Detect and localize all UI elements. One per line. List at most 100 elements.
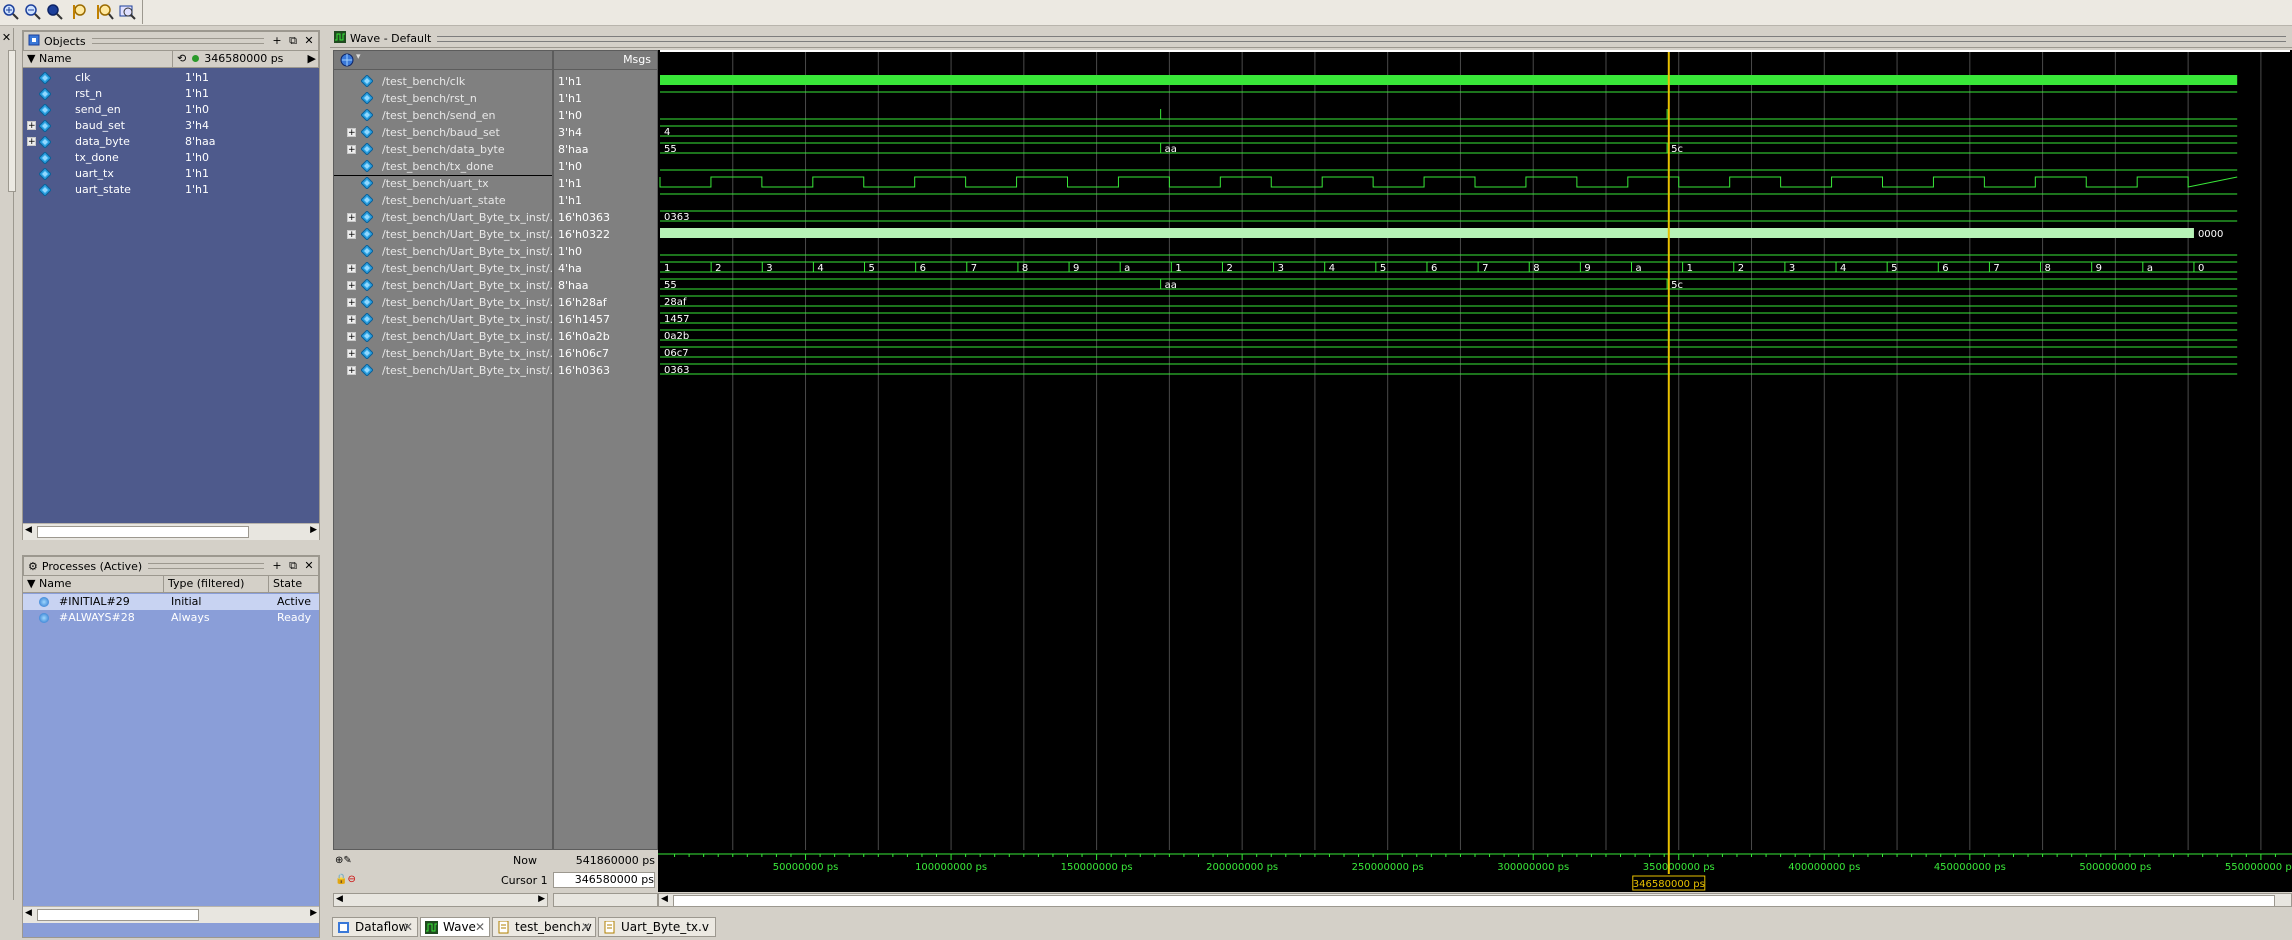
panel-drag-grip[interactable] [91, 38, 264, 44]
wave-signal-row[interactable]: + /test_bench/Uart_Byte_tx_inst/... [334, 345, 560, 362]
processes-hscrollbar[interactable]: ◀ ▶ [23, 906, 319, 923]
time-axis-area[interactable]: 50000000 ps 100000000 ps 150000000 ps 20000… [658, 850, 2292, 892]
expand-icon[interactable]: + [347, 298, 356, 308]
zoom-last-icon[interactable] [96, 3, 114, 21]
tab-uart-byte-tx-v[interactable]: Uart_Byte_tx.v [598, 917, 716, 937]
wave-signal-row[interactable]: + /test_bench/baud_set [334, 124, 552, 141]
lock-icon[interactable]: 🔒 [335, 874, 347, 885]
column-name[interactable]: ▼ Name [23, 51, 173, 67]
close-icon[interactable]: ✕ [302, 559, 316, 573]
scroll-left-icon[interactable]: ◀ [336, 894, 343, 904]
object-row[interactable]: uart_state 1'h1 [23, 182, 319, 198]
scroll-right-icon[interactable]: ▶ [310, 525, 317, 535]
column-name[interactable]: ▼ Name [23, 576, 164, 592]
object-row[interactable]: rst_n 1'h1 [23, 86, 319, 102]
expand-icon[interactable]: + [27, 121, 36, 131]
panel-drag-grip[interactable] [437, 35, 2286, 42]
expand-icon[interactable]: + [347, 145, 356, 155]
undock-icon[interactable]: ⧉ [286, 559, 300, 573]
wave-signal-row[interactable]: + /test_bench/Uart_Byte_tx_inst/... [334, 328, 560, 345]
wave-signal-row[interactable]: + /test_bench/Uart_Byte_tx_inst/... [334, 260, 560, 277]
wave-signal-row[interactable]: + /test_bench/Uart_Byte_tx_inst/... [334, 294, 560, 311]
delete-icon[interactable]: ⊖ [347, 874, 355, 885]
process-row[interactable]: #INITIAL#29 Initial Active [23, 594, 319, 610]
zoom-out-icon[interactable] [24, 3, 42, 21]
waveform-pane[interactable]: 4 55 aa 5c 0363 0000 1 2 3 4 5 6 7 8 9 a 1 2 3 4 5 6 7 8 9 a 1 2 3 4 5… [658, 50, 2292, 850]
close-icon[interactable]: ✕ [1, 32, 12, 43]
scroll-thumb[interactable] [37, 909, 199, 921]
expand-icon[interactable]: + [27, 137, 36, 147]
expand-icon[interactable]: + [347, 230, 356, 240]
vertical-scrollbar[interactable] [8, 50, 16, 192]
plus-icon[interactable]: + [270, 34, 284, 48]
expand-icon[interactable]: + [347, 213, 356, 223]
scroll-left-icon[interactable]: ◀ [661, 894, 668, 904]
names-hscrollbar[interactable]: ◀ ▶ [333, 893, 548, 907]
close-icon[interactable]: ✕ [302, 34, 316, 48]
wave-signal-row[interactable]: + /test_bench/Uart_Byte_tx_inst/... [334, 277, 560, 294]
wave-signal-row[interactable]: /test_bench/send_en [334, 107, 552, 124]
column-time[interactable]: ⟲ 346580000 ps ▶ [173, 51, 319, 67]
process-row[interactable]: #ALWAYS#28 Always Ready [23, 610, 319, 626]
expand-icon[interactable]: + [347, 264, 356, 274]
wave-signal-row[interactable]: + /test_bench/data_byte [334, 141, 552, 158]
object-row[interactable]: clk 1'h1 [23, 70, 319, 86]
undock-icon[interactable]: ⧉ [286, 34, 300, 48]
expand-icon[interactable]: + [347, 315, 356, 325]
expand-icon[interactable]: + [347, 349, 356, 359]
wave-signal-row[interactable]: /test_bench/uart_tx [334, 175, 552, 192]
wave-hscrollbar[interactable]: ◀ [658, 893, 2292, 907]
column-state[interactable]: State [269, 576, 319, 592]
scroll-thumb[interactable] [37, 526, 249, 538]
wave-tools-icons[interactable]: ⊕✎ [335, 853, 371, 867]
tab-wave[interactable]: Wave ✕ [420, 917, 490, 937]
scroll-right-icon[interactable]: ▶ [538, 894, 545, 904]
close-icon[interactable]: ✕ [581, 918, 591, 937]
tab-test-bench-v[interactable]: test_bench.v ✕ [492, 917, 596, 937]
scroll-right-icon[interactable]: ▶ [310, 908, 317, 918]
wave-signal-row[interactable]: + /test_bench/Uart_Byte_tx_inst/... [334, 311, 560, 328]
scroll-left-icon[interactable]: ◀ [25, 908, 32, 918]
object-row[interactable]: + data_byte 8'haa [23, 134, 319, 150]
wave-signal-row[interactable]: /test_bench/tx_done [334, 158, 552, 176]
chevron-down-icon[interactable]: ▾ [356, 52, 361, 62]
wave-signal-row[interactable]: /test_bench/Uart_Byte_tx_inst/... [334, 243, 560, 260]
objects-hscrollbar[interactable]: ◀ ▶ [23, 523, 319, 540]
cursor-tools-icons[interactable]: 🔒⊖ [335, 872, 371, 886]
edit-icon[interactable]: ✎ [343, 855, 351, 866]
wave-signal-row[interactable]: /test_bench/rst_n [334, 90, 552, 107]
close-icon[interactable]: ✕ [403, 918, 413, 937]
scroll-left-icon[interactable]: ◀ [25, 525, 32, 535]
panel-drag-grip[interactable] [148, 563, 264, 569]
close-icon[interactable]: ✕ [475, 918, 485, 937]
expand-icon[interactable]: + [347, 281, 356, 291]
object-row[interactable]: tx_done 1'h0 [23, 150, 319, 166]
object-row[interactable]: uart_tx 1'h1 [23, 166, 319, 182]
scroll-thumb[interactable] [673, 895, 2275, 907]
wave-signal-row[interactable]: /test_bench/clk [334, 73, 552, 90]
wave-signal-value: 16'h28af [558, 296, 607, 309]
wave-signal-row[interactable]: + /test_bench/Uart_Byte_tx_inst/... [334, 209, 560, 226]
msgs-hscrollbar[interactable] [553, 893, 658, 907]
expand-icon[interactable]: + [347, 128, 356, 138]
time-axis[interactable]: 50000000 ps 100000000 ps 150000000 ps 20000… [658, 850, 2292, 892]
waveform-canvas[interactable]: 4 55 aa 5c 0363 0000 1 2 3 4 5 6 7 8 9 a 1 2 3 4 5 6 7 8 9 a 1 2 3 4 5… [658, 50, 2292, 850]
arrow-right-icon[interactable]: ▶ [308, 51, 316, 67]
object-row[interactable]: send_en 1'h0 [23, 102, 319, 118]
zoom-full-icon[interactable] [46, 3, 64, 21]
tab-dataflow[interactable]: Dataflow ✕ [332, 917, 418, 937]
wave-signal-row[interactable]: /test_bench/uart_state [334, 192, 552, 209]
cursor-value[interactable]: 346580000 ps [553, 872, 655, 888]
expand-icon[interactable]: + [347, 332, 356, 342]
expand-icon[interactable]: + [347, 366, 356, 376]
plus-icon[interactable]: + [270, 559, 284, 573]
zoom-range-icon[interactable] [118, 3, 136, 21]
sort-arrow-icon: ▼ [27, 577, 36, 590]
object-row[interactable]: + baud_set 3'h4 [23, 118, 319, 134]
column-type[interactable]: Type (filtered) [164, 576, 269, 592]
zoom-in-icon[interactable] [2, 3, 20, 21]
zoom-cursor-icon[interactable] [72, 3, 90, 21]
wave-signal-row[interactable]: + /test_bench/Uart_Byte_tx_inst/... [334, 226, 560, 243]
wave-signal-row[interactable]: + /test_bench/Uart_Byte_tx_inst/... [334, 362, 560, 379]
globe-icon[interactable] [340, 53, 354, 70]
